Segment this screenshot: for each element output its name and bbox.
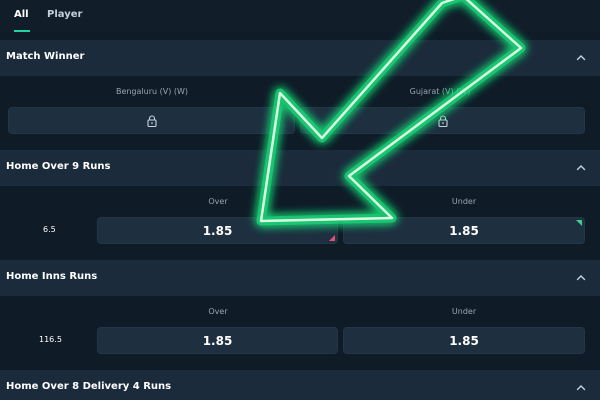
market-title: Match Winner bbox=[6, 51, 85, 62]
chevron-up-icon[interactable] bbox=[576, 53, 586, 63]
market-header-home-over-9-runs[interactable]: Home Over 9 Runs bbox=[0, 150, 600, 186]
odds-button-over[interactable]: 1.85 bbox=[97, 217, 338, 244]
odds-button-under[interactable]: 1.85 bbox=[343, 327, 585, 354]
line-value: 116.5 bbox=[39, 335, 62, 344]
column-label-under: Under bbox=[451, 307, 477, 316]
odds-value: 1.85 bbox=[449, 224, 479, 238]
market-title: Home Over 9 Runs bbox=[6, 161, 111, 172]
market-header-match-winner[interactable]: Match Winner bbox=[0, 40, 600, 76]
market-title: Home Over 8 Delivery 4 Runs bbox=[6, 381, 172, 392]
odds-value: 1.85 bbox=[449, 334, 479, 348]
chevron-up-icon[interactable] bbox=[576, 383, 586, 393]
lock-icon bbox=[437, 115, 448, 127]
odds-up-indicator bbox=[576, 220, 582, 226]
column-label-home: Bengaluru (V) (W) bbox=[115, 87, 189, 96]
column-label-over: Over bbox=[208, 307, 228, 316]
market-header-home-over-8-delivery-4-runs[interactable]: Home Over 8 Delivery 4 Runs bbox=[0, 370, 600, 400]
tab-player[interactable]: Player bbox=[47, 9, 82, 20]
column-label-under: Under bbox=[451, 197, 477, 206]
line-value: 6.5 bbox=[43, 225, 56, 234]
market-title: Home Inns Runs bbox=[6, 271, 98, 282]
lock-icon bbox=[146, 115, 157, 127]
tab-all[interactable]: All bbox=[14, 9, 29, 20]
column-label-over: Over bbox=[208, 197, 228, 206]
locked-selection-away[interactable] bbox=[300, 107, 585, 134]
column-label-away: Gujarat (V) (W) bbox=[409, 87, 471, 96]
odds-value: 1.85 bbox=[202, 334, 233, 348]
market-tabs: All Player bbox=[0, 0, 600, 32]
odds-down-indicator bbox=[329, 235, 335, 241]
odds-button-under[interactable]: 1.85 bbox=[343, 217, 585, 244]
chevron-up-icon[interactable] bbox=[576, 163, 586, 173]
odds-button-over[interactable]: 1.85 bbox=[97, 327, 338, 354]
market-header-home-inns-runs[interactable]: Home Inns Runs bbox=[0, 260, 600, 296]
locked-selection-home[interactable] bbox=[8, 107, 295, 134]
chevron-up-icon[interactable] bbox=[576, 273, 586, 283]
odds-value: 1.85 bbox=[202, 224, 233, 238]
active-tab-indicator bbox=[14, 30, 30, 32]
